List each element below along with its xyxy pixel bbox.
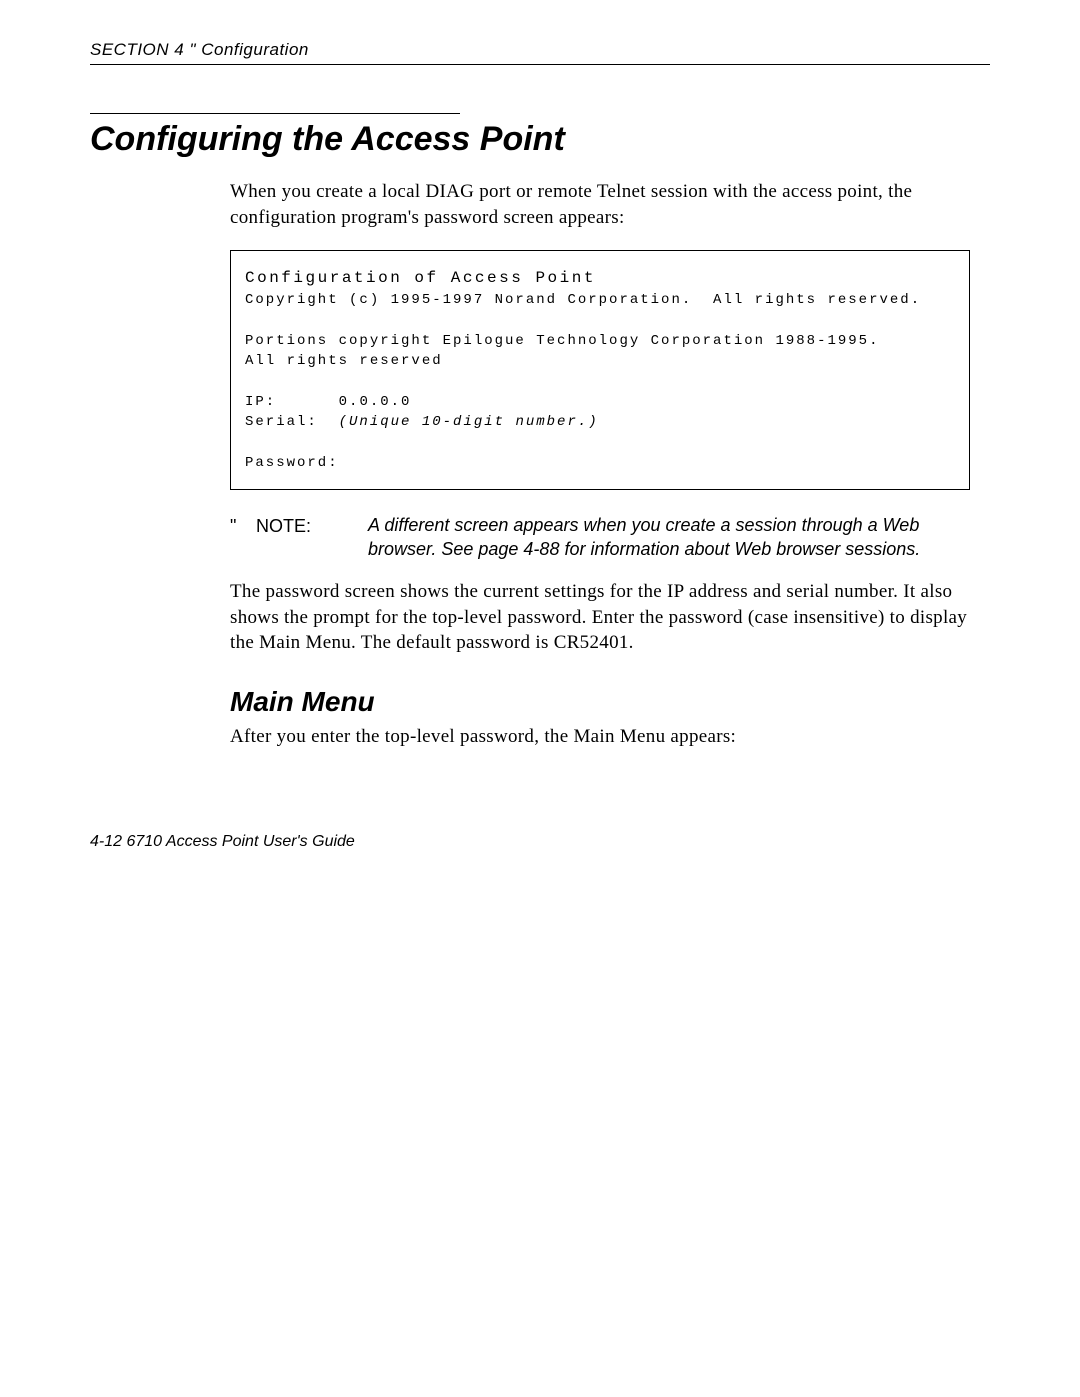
body-paragraph-3: After you enter the top-level password, … bbox=[230, 724, 970, 750]
note-mark-icon: " bbox=[230, 514, 256, 537]
body-content: When you create a local DIAG port or rem… bbox=[230, 179, 970, 749]
terminal-title: Configuration of Access Point bbox=[245, 269, 596, 287]
page-footer: 4-12 6710 Access Point User's Guide bbox=[90, 833, 990, 851]
body-paragraph-2: The password screen shows the current se… bbox=[230, 579, 970, 656]
subheading-main-menu: Main Menu bbox=[230, 686, 970, 718]
section-title-rule bbox=[90, 113, 460, 114]
note-block: " NOTE: A different screen appears when … bbox=[230, 514, 970, 561]
header-section-number: SECTION 4 bbox=[90, 40, 184, 59]
terminal-screen: Configuration of Access Point Copyright … bbox=[230, 250, 970, 490]
section-title-block: Configuring the Access Point bbox=[90, 113, 990, 173]
note-text: A different screen appears when you crea… bbox=[368, 514, 970, 561]
terminal-copyright-2: Portions copyright Epilogue Technology C… bbox=[245, 333, 879, 349]
terminal-password-label: Password: bbox=[245, 455, 339, 471]
page-header: SECTION 4 " Configuration bbox=[90, 40, 990, 65]
terminal-serial-label: Serial: bbox=[245, 414, 318, 430]
header-section-name: Configuration bbox=[201, 40, 309, 59]
terminal-copyright-3: All rights reserved bbox=[245, 353, 443, 369]
terminal-serial-value: (Unique 10-digit number.) bbox=[339, 414, 599, 430]
terminal-ip-value: 0.0.0.0 bbox=[339, 394, 412, 410]
note-label: NOTE: bbox=[256, 514, 368, 537]
page-title: Configuring the Access Point bbox=[90, 120, 990, 173]
terminal-copyright-1: Copyright (c) 1995-1997 Norand Corporati… bbox=[245, 292, 921, 308]
terminal-ip-label: IP: bbox=[245, 394, 276, 410]
intro-paragraph: When you create a local DIAG port or rem… bbox=[230, 179, 970, 230]
page: SECTION 4 " Configuration Configuring th… bbox=[0, 0, 1080, 1397]
header-separator: " bbox=[189, 40, 201, 59]
